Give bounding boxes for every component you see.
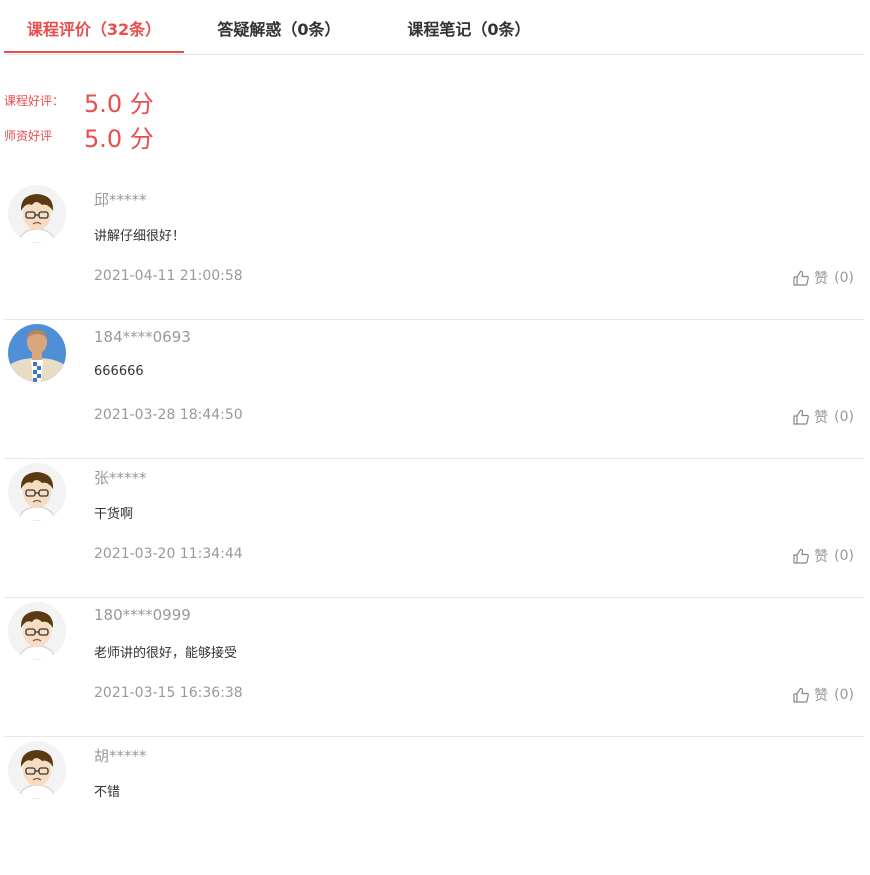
- teacher-score-value: 5.0 分: [84, 125, 154, 153]
- review-item: 张***** 干货啊 2021-03-20 11:34:44 赞 (0): [4, 458, 864, 598]
- thumbs-up-icon: [792, 686, 810, 704]
- like-count: (0): [834, 687, 854, 703]
- like-button[interactable]: 赞 (0): [792, 685, 854, 705]
- review-comment: 666666: [94, 364, 144, 379]
- thumbs-up-icon: [792, 269, 810, 287]
- like-count: (0): [834, 270, 854, 286]
- review-comment: 老师讲的很好，能够接受: [94, 646, 238, 661]
- tab-course-reviews[interactable]: 课程评价（32条）: [4, 0, 184, 54]
- like-count: (0): [834, 548, 854, 564]
- like-label: 赞: [814, 688, 829, 704]
- review-username: 184****0693: [94, 328, 191, 346]
- course-score-label: 课程好评：: [4, 94, 65, 108]
- review-time: 2021-03-28 18:44:50: [94, 407, 243, 423]
- review-username: 邱*****: [94, 191, 147, 209]
- review-comment: 不错: [94, 785, 121, 800]
- like-label: 赞: [814, 549, 829, 565]
- like-label: 赞: [814, 410, 829, 426]
- cartoon-boy-avatar-icon: [8, 463, 66, 521]
- like-button[interactable]: 赞 (0): [792, 407, 854, 427]
- like-button[interactable]: 赞 (0): [792, 268, 854, 288]
- avatar: [8, 324, 66, 382]
- review-username: 张*****: [94, 469, 147, 487]
- active-tab-indicator: [4, 51, 184, 53]
- course-score-value: 5.0 分: [84, 90, 154, 118]
- review-time: 2021-03-20 11:34:44: [94, 546, 243, 562]
- review-time: 2021-04-11 21:00:58: [94, 268, 243, 284]
- review-item: 邱***** 讲解仔细很好！ 2021-04-11 21:00:58 赞 (0): [4, 180, 864, 320]
- avatar: [8, 185, 66, 243]
- tab-course-notes[interactable]: 课程笔记（0条）: [384, 0, 554, 54]
- review-comment: 讲解仔细很好！: [94, 229, 186, 244]
- like-count: (0): [834, 409, 854, 425]
- cartoon-boy-avatar-icon: [8, 185, 66, 243]
- cartoon-boy-avatar-icon: [8, 741, 66, 799]
- review-username: 180****0999: [94, 606, 191, 624]
- thumbs-up-icon: [792, 547, 810, 565]
- man-blue-avatar-icon: [8, 324, 66, 382]
- review-username: 胡*****: [94, 747, 147, 765]
- review-item: 胡***** 不错: [4, 736, 864, 875]
- tab-qa[interactable]: 答疑解惑（0条）: [194, 0, 364, 54]
- avatar: [8, 741, 66, 799]
- review-item: 180****0999 老师讲的很好，能够接受 2021-03-15 16:36…: [4, 597, 864, 737]
- thumbs-up-icon: [792, 408, 810, 426]
- review-time: 2021-03-15 16:36:38: [94, 685, 243, 701]
- avatar: [8, 602, 66, 660]
- review-tabs: 课程评价（32条） 答疑解惑（0条） 课程笔记（0条）: [4, 0, 864, 55]
- teacher-score-label: 师资好评: [4, 129, 53, 143]
- cartoon-boy-avatar-icon: [8, 602, 66, 660]
- review-item: 184****0693 666666 2021-03-28 18:44:50 赞…: [4, 319, 864, 459]
- review-comment: 干货啊: [94, 507, 134, 522]
- like-button[interactable]: 赞 (0): [792, 546, 854, 566]
- like-label: 赞: [814, 271, 829, 287]
- avatar: [8, 463, 66, 521]
